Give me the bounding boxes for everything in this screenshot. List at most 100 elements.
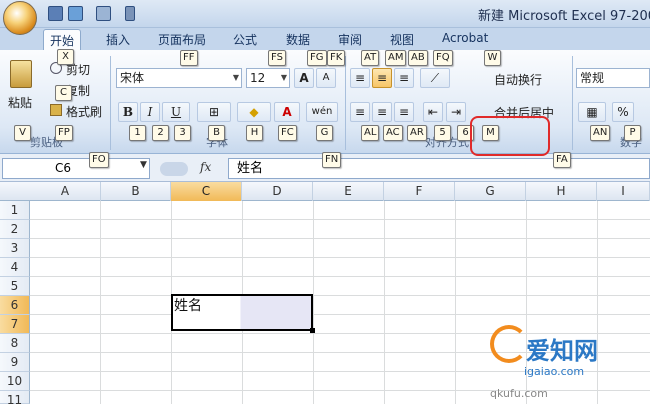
keytip: FP (55, 125, 73, 141)
tab-page-layout[interactable]: 页面布局 (152, 29, 212, 50)
formula-input[interactable]: 姓名 (228, 158, 650, 179)
keytip: FQ (433, 50, 453, 66)
align-bottom-icon: ≡ (398, 71, 410, 85)
watermark-url: igaiao.com (524, 365, 585, 378)
row-header[interactable]: 3 (0, 239, 30, 258)
grow-font-button[interactable]: A (294, 68, 314, 88)
column-header[interactable]: F (384, 182, 455, 201)
column-header[interactable]: H (526, 182, 597, 201)
keytip: FN (322, 152, 342, 168)
keytip: FA (553, 152, 571, 168)
shrink-font-button[interactable]: A (316, 68, 336, 88)
cell-c6-value: 姓名 (174, 298, 202, 314)
border-button[interactable]: ⊞ (197, 102, 231, 122)
align-center-button[interactable]: ≡ (372, 102, 392, 122)
column-header[interactable]: I (597, 182, 650, 201)
column-header[interactable]: C (171, 182, 242, 201)
column-header[interactable]: G (455, 182, 526, 201)
chevron-down-icon: ▼ (232, 73, 239, 82)
align-bottom-button[interactable]: ≡ (394, 68, 414, 88)
align-middle-button[interactable]: ≡ (372, 68, 392, 88)
fill-color-icon: ◆ (249, 105, 259, 119)
row-header[interactable]: 10 (0, 372, 30, 391)
font-name-select[interactable]: 宋体 ▼ (116, 68, 242, 88)
increase-indent-button[interactable]: ⇥ (446, 102, 466, 122)
keytip: AT (361, 50, 380, 66)
save-icon[interactable] (48, 6, 63, 21)
row-header[interactable]: 2 (0, 220, 30, 239)
decrease-indent-button[interactable]: ⇤ (423, 102, 443, 122)
font-size-value: 12 (250, 71, 266, 85)
font-name-value: 宋体 (120, 71, 145, 85)
accounting-format-button[interactable]: ▦ (578, 102, 606, 122)
tab-view[interactable]: 视图 (384, 29, 420, 50)
format-painter-icon[interactable] (50, 104, 62, 116)
number-format-value: 常规 (580, 71, 605, 85)
row-header[interactable]: 1 (0, 201, 30, 220)
chevron-down-icon: ▼ (280, 73, 287, 82)
name-box-dropdown-icon[interactable]: ▼ (140, 160, 147, 170)
tab-data[interactable]: 数据 (280, 29, 316, 50)
customize-qat-icon[interactable] (125, 6, 135, 21)
wrap-text-button[interactable]: 自动换行 (476, 71, 542, 88)
redo-icon[interactable] (96, 6, 111, 21)
ribbon-tabs (0, 28, 650, 50)
keytip: AM (385, 50, 407, 66)
row-header[interactable]: 4 (0, 258, 30, 277)
row-header[interactable]: 6 (0, 296, 30, 315)
column-header[interactable]: B (101, 182, 171, 201)
undo-icon[interactable] (68, 6, 83, 21)
keytip: W (484, 50, 501, 66)
tab-formulas[interactable]: 公式 (227, 29, 263, 50)
decrease-indent-icon: ⇤ (427, 105, 439, 119)
keytip: AC (383, 125, 403, 141)
keytip: FO (89, 152, 109, 168)
column-header[interactable]: D (242, 182, 313, 201)
window-title: 新建 Microsoft Excel 97-2003 (478, 9, 650, 24)
align-right-button[interactable]: ≡ (394, 102, 414, 122)
format-painter-button[interactable]: 格式刷 (66, 103, 102, 120)
keytip: H (246, 125, 263, 141)
underline-button[interactable]: U (162, 102, 190, 122)
italic-button[interactable]: I (140, 102, 160, 122)
tab-home[interactable]: 开始 (43, 29, 82, 50)
tab-review[interactable]: 审阅 (332, 29, 368, 50)
column-header[interactable]: E (313, 182, 384, 201)
paste-button[interactable]: 粘贴 (8, 94, 32, 111)
border-icon: ⊞ (208, 105, 220, 119)
tab-insert[interactable]: 插入 (100, 29, 136, 50)
row-header[interactable]: 7 (0, 315, 30, 334)
keytip: AN (590, 125, 611, 141)
align-top-icon: ≡ (354, 71, 366, 85)
bold-button[interactable]: B (118, 102, 138, 122)
row-header[interactable]: 11 (0, 391, 30, 407)
font-size-select[interactable]: 12 ▼ (246, 68, 290, 88)
row-header[interactable]: 5 (0, 277, 30, 296)
percent-button[interactable]: % (612, 102, 634, 122)
keytip: FK (327, 50, 346, 66)
keytip: C (55, 85, 72, 101)
number-format-select[interactable]: 常规 (576, 68, 650, 88)
row-header[interactable]: 8 (0, 334, 30, 353)
align-top-button[interactable]: ≡ (350, 68, 370, 88)
watermark-logo-icon (490, 325, 528, 363)
phonetic-button[interactable]: wén (306, 102, 338, 122)
fill-color-button[interactable]: ◆ (237, 102, 271, 122)
keytip: FG (307, 50, 327, 66)
tab-acrobat[interactable]: Acrobat (436, 29, 494, 50)
align-left-button[interactable]: ≡ (350, 102, 370, 122)
keytip: V (14, 125, 31, 141)
paste-icon[interactable] (10, 60, 32, 88)
office-button[interactable] (3, 1, 37, 35)
group-separator (345, 56, 346, 150)
name-box[interactable]: C6 (2, 158, 150, 179)
keytip: X (57, 49, 74, 65)
fill-handle[interactable] (310, 328, 315, 333)
column-header[interactable]: A (30, 182, 101, 201)
row-header[interactable]: 9 (0, 353, 30, 372)
watermark-url-2: qkufu.com (490, 387, 548, 400)
insert-function-button[interactable]: fx (200, 160, 211, 174)
orientation-button[interactable]: ⟋ (420, 68, 450, 88)
font-color-button[interactable]: A (274, 102, 300, 122)
keytip: 3 (174, 125, 191, 141)
